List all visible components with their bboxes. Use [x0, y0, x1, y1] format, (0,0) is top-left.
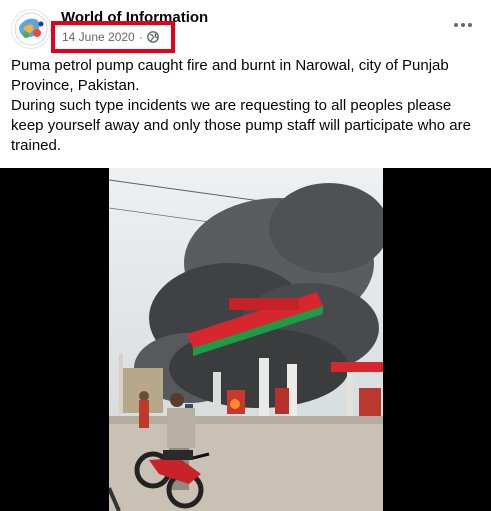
video-frame	[109, 168, 383, 511]
video-player[interactable]	[0, 168, 491, 511]
date-highlight-box	[51, 21, 175, 53]
more-horizontal-icon	[468, 23, 472, 27]
more-horizontal-icon	[454, 23, 458, 27]
more-options-button[interactable]	[449, 14, 477, 36]
post-text: Puma petrol pump caught fire and burnt i…	[11, 56, 481, 156]
globe-logo-icon	[14, 12, 48, 46]
page-avatar[interactable]	[11, 9, 51, 49]
post-text-line: During such type incidents we are reques…	[11, 97, 471, 154]
more-horizontal-icon	[461, 23, 465, 27]
post-text-line: Puma petrol pump caught fire and burnt i…	[11, 57, 449, 94]
facebook-post: World of Information 14 June 2020 · Puma…	[0, 0, 491, 511]
